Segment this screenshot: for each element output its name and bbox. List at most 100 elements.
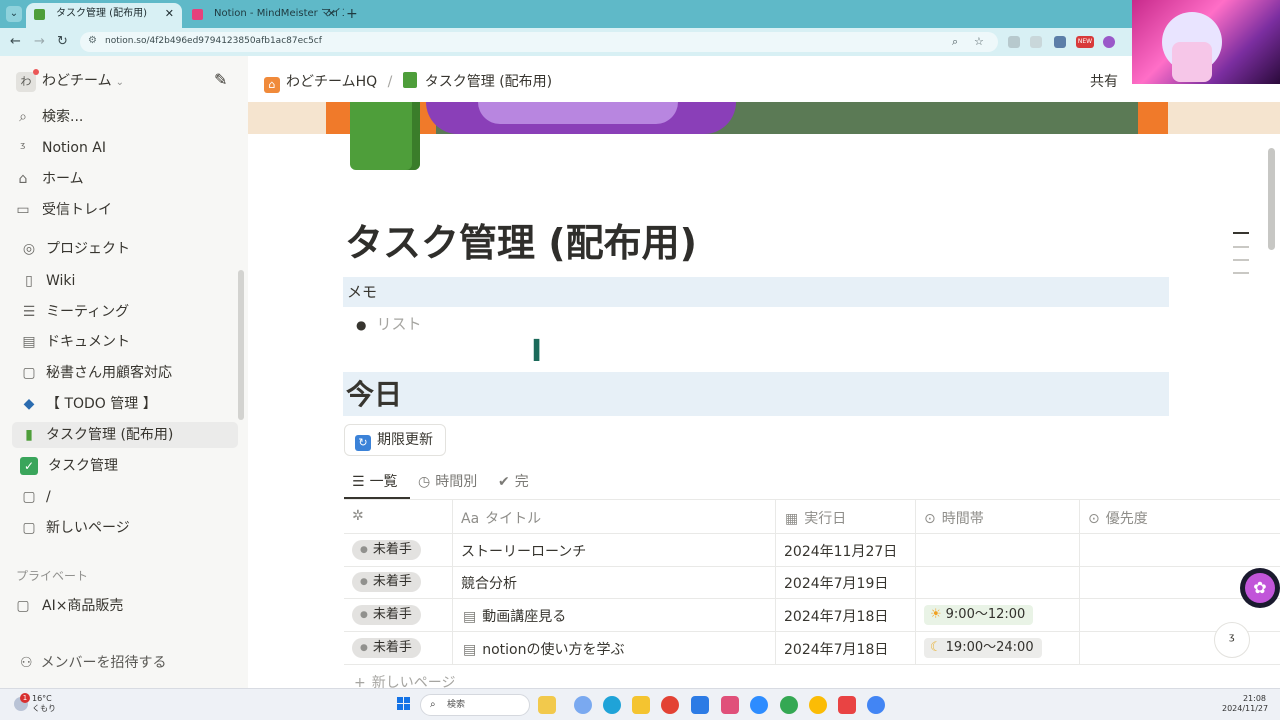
close-tab-icon[interactable]: ✕ — [165, 3, 174, 25]
webcam-overlay — [1132, 0, 1280, 84]
tab-search-icon[interactable]: ⌄ — [6, 6, 22, 22]
sidebar-item-slash[interactable]: ▢ / — [18, 484, 244, 510]
today-heading[interactable]: 今日 — [343, 372, 1169, 416]
notification-dot — [33, 69, 39, 75]
green-book-page-icon[interactable] — [350, 102, 420, 170]
sidebar-item-document[interactable]: ▤ ドキュメント — [18, 329, 244, 355]
sidebar-item-search[interactable]: ⌕ 検索... — [12, 104, 238, 130]
reload-icon[interactable]: ↻ — [57, 34, 68, 50]
tab-list-view[interactable]: ☰ 一覧 — [352, 471, 398, 491]
weather-widget[interactable]: 16°C くもり — [32, 694, 56, 714]
table-row-title[interactable]: ▤ 動画講座見る — [463, 606, 566, 626]
outline-marker[interactable] — [1233, 232, 1249, 234]
status-badge[interactable]: ● 未着手 — [352, 638, 421, 658]
time-slot-tag[interactable]: ☾ 19:00〜24:00 — [924, 638, 1042, 658]
status-badge[interactable]: ● 未着手 — [352, 540, 421, 560]
sidebar-item-secretary[interactable]: ▢ 秘書さん用顧客対応 — [18, 360, 244, 386]
share-button[interactable]: 共有 — [1090, 71, 1118, 91]
site-info-icon[interactable]: ⚙ — [88, 35, 97, 46]
workspace-switcher[interactable]: わわどチーム ⌄ — [16, 69, 124, 92]
close-tab-icon[interactable]: ✕ — [327, 3, 336, 25]
table-row-date[interactable]: 2024年7月18日 — [784, 606, 888, 626]
date-column-header[interactable]: ▦ 実行日 — [785, 508, 846, 528]
chrome-profile-icon[interactable] — [780, 696, 798, 714]
breadcrumb-workspace[interactable]: わどチームHQ — [286, 74, 377, 90]
table-row-title[interactable]: ▤ notionの使い方を学ぶ — [463, 639, 625, 659]
memo-heading[interactable]: メモ — [343, 277, 1169, 307]
outline-marker[interactable] — [1233, 259, 1249, 261]
page-title[interactable]: タスク管理 (配布用) — [345, 212, 697, 267]
chrome-profile-icon[interactable] — [809, 696, 827, 714]
bookmark-star-icon[interactable]: ☆ — [974, 35, 984, 48]
sidebar-item-home[interactable]: ⌂ ホーム — [12, 166, 238, 192]
translate-extension-icon[interactable] — [1054, 36, 1066, 48]
outline-marker[interactable] — [1233, 246, 1249, 248]
edge-browser-icon[interactable] — [603, 696, 621, 714]
new-tab-button[interactable]: + — [346, 6, 358, 22]
notes-app-icon[interactable] — [691, 696, 709, 714]
sidebar-item-ai-sales[interactable]: ▢ AI×商品販売 — [12, 593, 238, 619]
table-row-title[interactable]: ストーリーローンチ — [461, 541, 586, 561]
page-scrollbar[interactable] — [1268, 148, 1275, 250]
table-row-date[interactable]: 2024年7月18日 — [784, 639, 888, 659]
address-bar[interactable]: ⚙ notion.so/4f2b496ed9794123850afb1ac87e… — [80, 32, 998, 52]
game-app-icon[interactable] — [538, 696, 556, 714]
breadcrumb-page[interactable]: タスク管理 (配布用) — [425, 74, 552, 90]
sidebar-item-wiki[interactable]: ▯ Wiki — [18, 268, 244, 294]
zoom-icon[interactable] — [750, 696, 768, 714]
outline-marker[interactable] — [1233, 272, 1249, 274]
sidebar-item-inbox[interactable]: ▭ 受信トレイ — [12, 197, 238, 223]
tab-mindmeister[interactable]: Notion - MindMeister マインドマ ✕ — [184, 3, 344, 28]
tab-done-view[interactable]: ✔ 完 — [498, 471, 529, 491]
file-explorer-icon[interactable] — [632, 696, 650, 714]
status-badge[interactable]: ● 未着手 — [352, 605, 421, 625]
new-page-compose-icon[interactable]: ✎ — [214, 70, 227, 89]
table-row-date[interactable]: 2024年7月19日 — [784, 573, 888, 593]
back-icon[interactable]: ← — [10, 34, 21, 50]
windows-start-icon[interactable] — [397, 697, 411, 711]
sidebar-item-task-management[interactable]: ✓ タスク管理 — [18, 453, 244, 479]
tab-by-time-view[interactable]: ◷ 時間別 — [418, 471, 477, 491]
status-dot-icon: ● — [360, 577, 368, 587]
avatar-body — [1172, 42, 1212, 82]
tab-task-management[interactable]: タスク管理 (配布用) ✕ — [26, 3, 182, 28]
mic-extension-icon[interactable] — [1008, 36, 1020, 48]
table-row-date[interactable]: 2024年11月27日 — [784, 541, 897, 561]
system-clock[interactable]: 21:08 2024/11/27 — [1222, 694, 1268, 714]
sidebar-item-project[interactable]: ◎ プロジェクト — [18, 236, 244, 262]
extension-icon[interactable] — [1103, 36, 1115, 48]
new-badge-extension-icon[interactable]: NEW — [1076, 36, 1094, 48]
table-row-title[interactable]: 競合分析 — [461, 573, 517, 593]
sidebar-item-meeting[interactable]: ☰ ミーティング — [18, 299, 244, 325]
chrome-icon[interactable] — [661, 696, 679, 714]
title-column-header[interactable]: Aa タイトル — [461, 508, 541, 528]
zoom-icon[interactable]: ⌕ — [952, 35, 958, 49]
taskbar-search[interactable]: ⌕ 検索 — [420, 694, 530, 716]
time-slot-tag[interactable]: ☀ 9:00〜12:00 — [924, 605, 1034, 625]
copilot-icon[interactable] — [574, 696, 592, 714]
forward-icon[interactable]: → — [34, 34, 45, 50]
status-column-header[interactable]: ✲ — [352, 508, 364, 524]
sidebar-item-new-page[interactable]: ▢ 新しいページ — [18, 515, 244, 541]
invite-members-button[interactable]: ⚇ メンバーを招待する — [20, 652, 167, 672]
status-dot-icon: ● — [360, 610, 368, 620]
check-circle-icon: ✔ — [498, 474, 510, 490]
notion-ai-help-button[interactable]: ᶾ — [1214, 622, 1250, 658]
floating-ai-button[interactable]: ✿ — [1240, 568, 1280, 608]
browser-toolbar: ← → ↻ ⚙ notion.so/4f2b496ed9794123850afb… — [0, 28, 1280, 56]
chrome-profile-icon[interactable] — [867, 696, 885, 714]
sidebar-item-todo[interactable]: ◆ 【 TODO 管理 】 — [18, 391, 244, 417]
refresh-deadline-button[interactable]: ↻ 期限更新 — [344, 424, 446, 456]
time-column-header[interactable]: ⊙ 時間帯 — [924, 508, 984, 528]
memo-list-item[interactable]: ● リスト — [356, 313, 422, 334]
sidebar-scrollbar[interactable] — [238, 270, 244, 420]
app-icon[interactable] — [838, 696, 856, 714]
sidebar-item-notion-ai[interactable]: ᶾ Notion AI — [12, 135, 238, 161]
extension-icon[interactable] — [1030, 36, 1042, 48]
priority-column-header[interactable]: ⊙ 優先度 — [1088, 508, 1148, 528]
document-icon: ▤ — [22, 334, 36, 350]
sidebar-item-task-distribution[interactable]: ▮ タスク管理 (配布用) — [12, 422, 238, 448]
discord-icon[interactable] — [721, 696, 739, 714]
status-badge[interactable]: ● 未着手 — [352, 572, 421, 592]
checkbox-icon: ✓ — [20, 457, 38, 475]
